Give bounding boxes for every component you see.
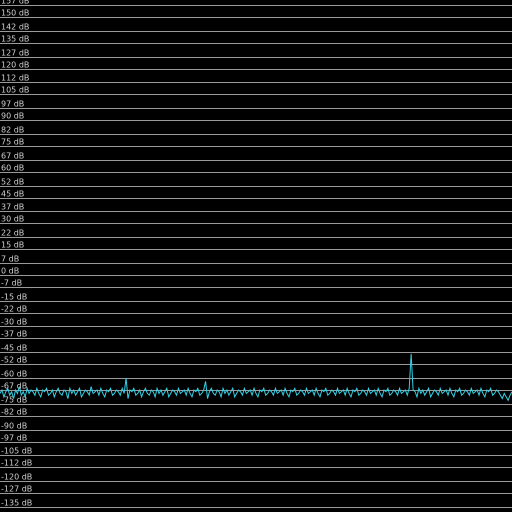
- y-tick-label: -60 dB: [1, 370, 27, 379]
- y-tick-label: 7 dB: [1, 255, 19, 264]
- y-tick-label: -135 dB: [1, 499, 32, 508]
- y-tick-label: -120 dB: [1, 473, 32, 482]
- y-tick-label: -45 dB: [1, 344, 27, 353]
- y-tick-label: 0 dB: [1, 267, 19, 276]
- y-tick-label: 112 dB: [1, 74, 29, 83]
- y-tick-label: -22 dB: [1, 305, 27, 314]
- y-tick-label: -90 dB: [1, 422, 27, 431]
- spectrum-trace-0: [0, 353, 512, 402]
- y-tick-label: -37 dB: [1, 330, 27, 339]
- y-tick-label: 105 dB: [1, 86, 29, 95]
- y-tick-label: -82 dB: [1, 408, 27, 417]
- y-tick-label: 150 dB: [1, 9, 29, 18]
- spectrum-traces: [0, 353, 512, 402]
- y-tick-label: -97 dB: [1, 434, 27, 443]
- y-tick-label: 135 dB: [1, 35, 29, 44]
- y-tick-label: 15 dB: [1, 241, 24, 250]
- y-tick-label: 90 dB: [1, 112, 24, 121]
- grid-lines: [0, 5, 512, 508]
- y-tick-label: -105 dB: [1, 447, 32, 456]
- y-tick-label: 60 dB: [1, 164, 24, 173]
- y-tick-label: -112 dB: [1, 459, 32, 468]
- y-tick-label: -52 dB: [1, 356, 27, 365]
- y-tick-label: 120 dB: [1, 61, 29, 70]
- y-tick-label: -127 dB: [1, 485, 32, 494]
- y-tick-label: 82 dB: [1, 126, 24, 135]
- y-tick-label: 52 dB: [1, 178, 24, 187]
- y-tick-label: 142 dB: [1, 23, 29, 32]
- y-tick-label: 127 dB: [1, 49, 29, 58]
- y-tick-label: 37 dB: [1, 203, 24, 212]
- y-tick-label: -67 dB: [1, 382, 27, 391]
- tick-labels: 157 dB 150 dB 142 dB 135 dB 127 dB 120 dB 112 …: [1, 0, 32, 508]
- y-tick-label: 75 dB: [1, 138, 24, 147]
- y-tick-label: 22 dB: [1, 229, 24, 238]
- y-tick-label: 97 dB: [1, 100, 24, 109]
- y-tick-label: 30 dB: [1, 215, 24, 224]
- y-tick-label: -30 dB: [1, 318, 27, 327]
- y-tick-label: 45 dB: [1, 190, 24, 199]
- y-tick-label: 157 dB: [1, 0, 29, 6]
- y-tick-label: -15 dB: [1, 293, 27, 302]
- y-tick-label: 67 dB: [1, 152, 24, 161]
- spectrum-chart: 157 dB 150 dB 142 dB 135 dB 127 dB 120 dB 112 …: [0, 0, 512, 508]
- y-tick-label: -7 dB: [1, 279, 22, 288]
